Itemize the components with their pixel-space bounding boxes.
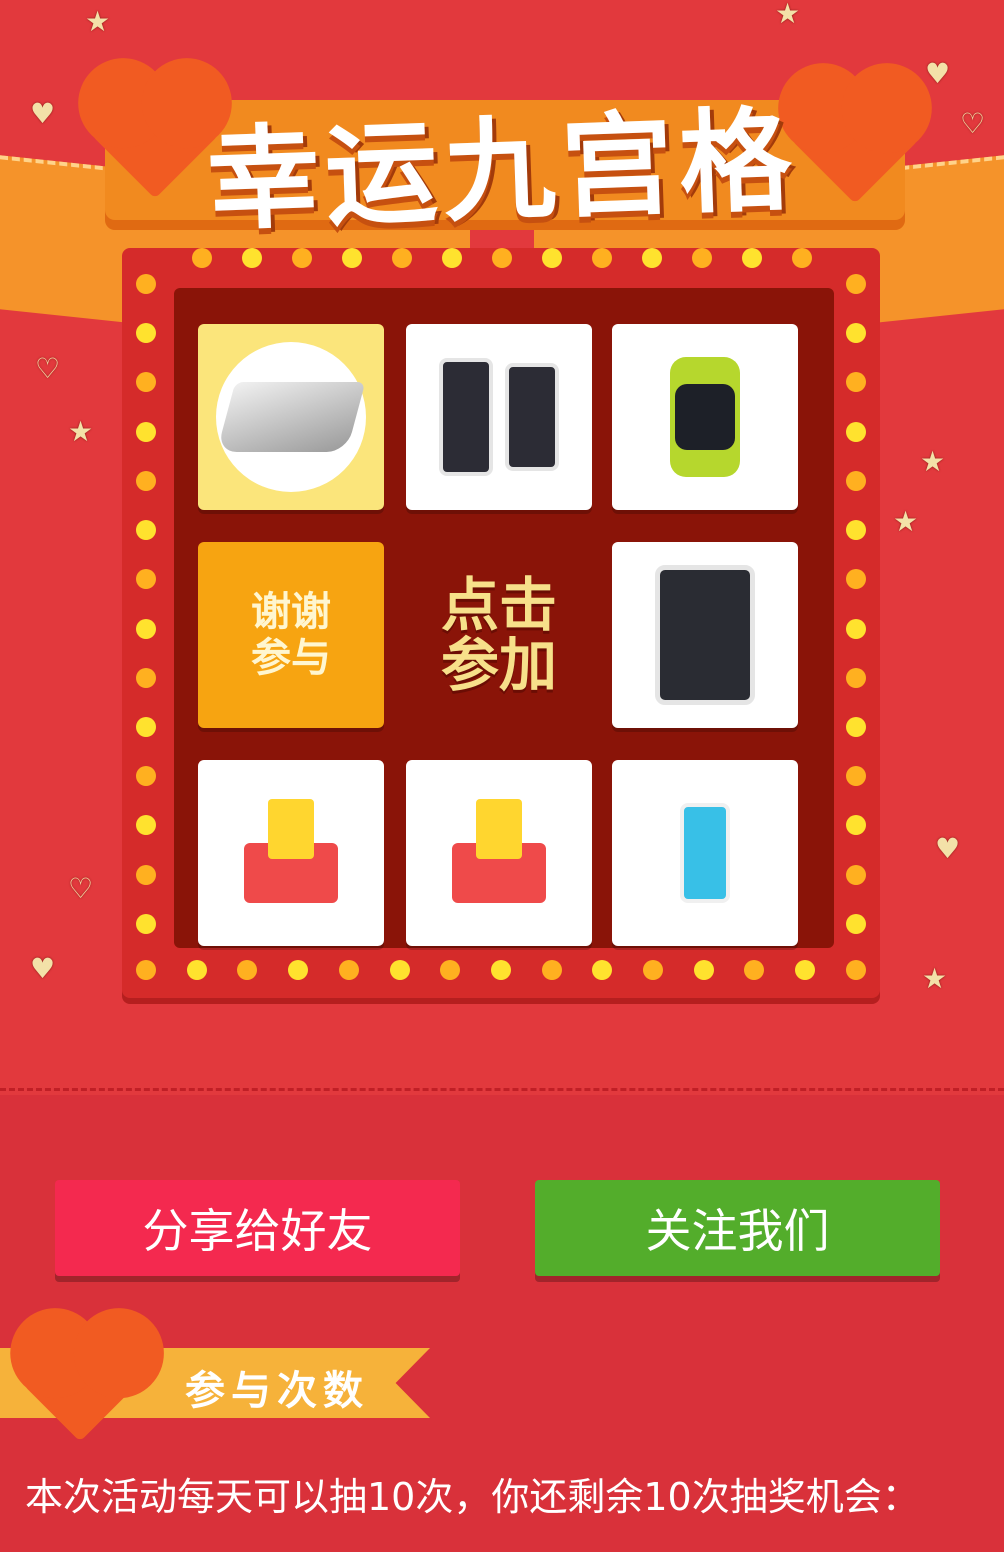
heart-icon: ♥ bbox=[935, 832, 961, 865]
heart-icon: ♡ bbox=[68, 872, 94, 905]
prize-grid: 谢谢参与 点击参加 bbox=[174, 288, 834, 948]
red-envelope-icon bbox=[452, 799, 546, 903]
ipod-icon bbox=[680, 803, 730, 903]
phone-icon bbox=[439, 358, 493, 476]
prize-cell-thanks: 谢谢参与 bbox=[198, 542, 384, 728]
red-envelope-icon bbox=[244, 799, 338, 903]
prize-cell-ipod bbox=[612, 760, 798, 946]
start-button-label: 点击参加 bbox=[440, 571, 557, 699]
share-button[interactable]: 分享给好友 bbox=[55, 1180, 460, 1276]
heart-icon: ♥ bbox=[30, 952, 56, 985]
info-text: 本次活动每天可以抽10次，你还剩余10次抽奖机会： bbox=[25, 1475, 920, 1519]
lottery-board: 谢谢参与 点击参加 bbox=[122, 248, 880, 998]
section-label: 参与次数 bbox=[185, 1368, 369, 1414]
star-icon: ★ bbox=[920, 445, 946, 478]
phone-icon bbox=[505, 363, 559, 471]
star-icon: ★ bbox=[85, 5, 111, 38]
light-row-top bbox=[192, 248, 812, 268]
watch-icon bbox=[670, 357, 740, 477]
prize-cell-red-envelope bbox=[198, 760, 384, 946]
light-column-left bbox=[136, 274, 156, 934]
light-column-right bbox=[846, 274, 866, 934]
prize-cell-red-envelope bbox=[406, 760, 592, 946]
thanks-label: 谢谢参与 bbox=[251, 589, 331, 681]
heart-icon: ♡ bbox=[35, 352, 61, 385]
tablet-icon bbox=[655, 565, 755, 705]
laptop-icon bbox=[216, 382, 366, 452]
prize-cell-watch bbox=[612, 324, 798, 510]
star-icon: ★ bbox=[922, 962, 948, 995]
star-icon: ★ bbox=[775, 0, 801, 30]
prize-cell-phone bbox=[406, 324, 592, 510]
star-icon: ★ bbox=[893, 505, 919, 538]
follow-button[interactable]: 关注我们 bbox=[535, 1180, 940, 1276]
star-icon: ★ bbox=[68, 415, 94, 448]
start-button[interactable]: 点击参加 bbox=[406, 542, 592, 728]
light-row-bottom bbox=[136, 960, 866, 980]
prize-cell-tablet bbox=[612, 542, 798, 728]
prize-cell-laptop bbox=[198, 324, 384, 510]
